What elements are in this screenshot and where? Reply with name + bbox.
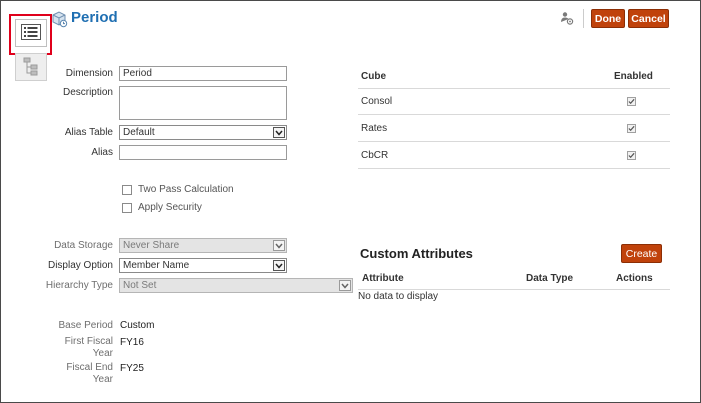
cube-row-name: CbCR bbox=[361, 150, 389, 161]
highlight-box bbox=[9, 14, 52, 55]
chevron-down-icon bbox=[339, 280, 351, 291]
cancel-label: Cancel bbox=[631, 12, 666, 25]
hierarchy-type-select[interactable]: Not Set bbox=[119, 278, 353, 293]
first-fiscal-year-label-line2: Year bbox=[92, 348, 113, 359]
fiscal-end-year-value: FY25 bbox=[120, 363, 144, 374]
empty-state-text: No data to display bbox=[358, 291, 439, 302]
alias-label: Alias bbox=[91, 147, 113, 158]
actions-column-header: Actions bbox=[616, 273, 653, 284]
fiscal-end-year-label-line1: Fiscal End bbox=[66, 362, 113, 373]
chevron-down-icon[interactable] bbox=[273, 260, 285, 271]
cube-row-divider bbox=[358, 141, 670, 142]
data-storage-value: Never Share bbox=[123, 240, 180, 251]
hierarchy-type-label: Hierarchy Type bbox=[45, 280, 113, 291]
enabled-column-header: Enabled bbox=[614, 71, 653, 82]
alias-input[interactable] bbox=[119, 145, 287, 160]
two-pass-checkbox[interactable] bbox=[122, 185, 132, 195]
dimension-icon bbox=[50, 10, 68, 31]
dimension-label: Dimension bbox=[65, 68, 113, 79]
done-button[interactable]: Done bbox=[591, 9, 625, 28]
fiscal-end-year-label: Fiscal End Year bbox=[30, 362, 113, 386]
first-fiscal-year-label-line1: First Fiscal bbox=[64, 336, 113, 347]
data-storage-label: Data Storage bbox=[54, 240, 113, 251]
first-fiscal-year-value: FY16 bbox=[120, 337, 144, 348]
attributes-header-divider bbox=[358, 289, 670, 290]
chevron-down-icon bbox=[273, 240, 285, 251]
display-option-select[interactable]: Member Name bbox=[119, 258, 287, 273]
dimension-value: Period bbox=[123, 68, 152, 79]
create-button[interactable]: Create bbox=[621, 244, 662, 263]
cube-row-name: Rates bbox=[361, 123, 388, 134]
two-pass-label: Two Pass Calculation bbox=[138, 184, 234, 195]
cube-row-divider bbox=[358, 114, 670, 115]
display-option-value: Member Name bbox=[123, 260, 190, 271]
display-option-label: Display Option bbox=[47, 260, 113, 271]
data-storage-select[interactable]: Never Share bbox=[119, 238, 287, 253]
hierarchy-type-value: Not Set bbox=[123, 280, 157, 291]
attribute-column-header: Attribute bbox=[362, 273, 404, 284]
cube-header-divider bbox=[358, 88, 670, 89]
user-settings-icon[interactable] bbox=[560, 11, 574, 28]
first-fiscal-year-label: First Fiscal Year bbox=[30, 336, 113, 360]
custom-attributes-title: Custom Attributes bbox=[360, 246, 473, 261]
cube-column-header: Cube bbox=[361, 71, 386, 82]
base-period-label: Base Period bbox=[58, 320, 113, 331]
dimension-input[interactable]: Period bbox=[119, 66, 287, 81]
fiscal-end-year-label-line2: Year bbox=[92, 374, 113, 385]
cube-enabled-checkbox[interactable] bbox=[627, 151, 636, 160]
toolbar-divider bbox=[583, 9, 584, 28]
hierarchy-icon bbox=[21, 56, 41, 79]
create-label: Create bbox=[625, 247, 658, 260]
cube-enabled-checkbox[interactable] bbox=[627, 97, 636, 106]
done-label: Done bbox=[594, 12, 622, 25]
cube-row-name: Consol bbox=[361, 96, 393, 107]
cube-enabled-checkbox[interactable] bbox=[627, 124, 636, 133]
data-type-column-header: Data Type bbox=[526, 273, 574, 284]
page-title: Period bbox=[71, 9, 118, 26]
cube-row-divider bbox=[358, 168, 670, 169]
base-period-value: Custom bbox=[120, 320, 155, 331]
chevron-down-icon[interactable] bbox=[273, 127, 285, 138]
apply-security-label: Apply Security bbox=[138, 202, 202, 213]
alias-table-label: Alias Table bbox=[64, 127, 113, 138]
description-textarea[interactable] bbox=[119, 86, 287, 120]
alias-table-select[interactable]: Default bbox=[119, 125, 287, 140]
alias-table-value: Default bbox=[123, 127, 155, 138]
cancel-button[interactable]: Cancel bbox=[628, 9, 669, 28]
description-label: Description bbox=[62, 87, 113, 98]
apply-security-checkbox[interactable] bbox=[122, 203, 132, 213]
